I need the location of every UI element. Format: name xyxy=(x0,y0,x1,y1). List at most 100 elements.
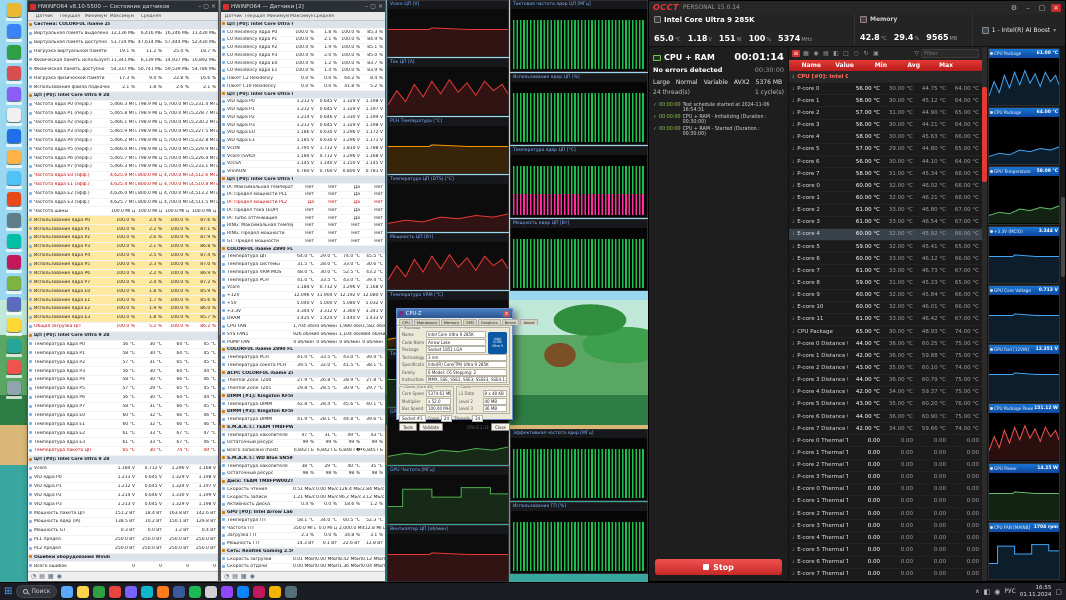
sensor-row[interactable]: ЦП [#0]: Intel Core Ultra 9 285K: DTS xyxy=(28,331,218,341)
field-value[interactable]: 6 Model: C6 Stepping: 2 xyxy=(426,368,507,376)
desktop-icon[interactable] xyxy=(5,192,22,210)
monitor-row[interactable]: ↓P-core 6 Distance to TjMax 44.00 °C 36.… xyxy=(789,411,982,424)
grid-icon[interactable]: ▦ xyxy=(48,573,54,580)
sensor-row[interactable]: Температура ядра E3 61 °C 33 °C 67 °C 46… xyxy=(28,438,218,447)
taskbar-app-icon[interactable] xyxy=(93,585,106,598)
sensor-row[interactable]: Использование ядра P2 100.0 % 2.6 % 100.… xyxy=(28,234,218,243)
sensor-row[interactable]: S.M.A.R.T.: TEAM TM8FPW002T (2 ТБ) xyxy=(221,424,385,432)
sensor-row[interactable]: Загрузка ГП 2.3 % 0.0 % 34.8 % 3.1 % xyxy=(221,533,385,541)
sensor-graph-panel[interactable]: PCH Температура [°C] xyxy=(387,116,509,174)
sensor-row[interactable]: Нагрузка физической памяти 17.3 % 9.4 % … xyxy=(28,74,218,84)
sensor-row[interactable]: Скорость загрузки 0.01 Мбит/с 0.00 Мбит/… xyxy=(221,556,385,564)
sensor-row[interactable]: COLORFUL iGame Z890 FLOW V20 (Intel PCH) xyxy=(221,346,385,355)
monitor-row[interactable]: ↓ P-core 5 57.00 °C 29.00 °C 44.80 °C 65.… xyxy=(789,144,982,156)
monitor-row[interactable]: ↓E-core 1 Thermal Throttling 0.00 0.00 0… xyxy=(789,496,982,509)
desktop-icon[interactable] xyxy=(5,255,22,273)
sensor-row[interactable]: Частота ядра P4 (перф.) 5,466.2 МГц 798.… xyxy=(28,136,218,146)
clock[interactable]: 16:55 01.11.2024 xyxy=(1020,585,1052,598)
sensor-row[interactable]: Использование ядра P5 100.0 % 2.3 % 100.… xyxy=(28,260,218,270)
network-icon[interactable]: ◧ xyxy=(984,588,991,596)
clock-icon[interactable]: ◔ xyxy=(224,573,229,580)
sensor-row[interactable]: GT: Предел мощности Нет Нет Нет Нет xyxy=(221,238,385,246)
sensor-graph-panel[interactable]: Мощность ЦП [Вт] xyxy=(387,233,509,291)
sensor-graph-panel[interactable]: Ток ЦП [A] xyxy=(387,58,509,116)
sensor-row[interactable]: Частота ядра P6 (перф.) 5,465.7 МГц 798.… xyxy=(28,154,218,163)
sensor-row[interactable]: Активность диска 0.4 % 0.0 % 18.6 % 1.2 … xyxy=(221,502,385,510)
sensor-row[interactable]: Частота ядра P1 (перф.) 5,465.8 МГц 798.… xyxy=(28,110,218,119)
sensor-row[interactable]: S.M.A.R.T.: WD Blue SN580 1TB xyxy=(221,455,385,463)
desktop-icon[interactable] xyxy=(5,129,22,147)
sensor-row[interactable]: Частота ядра E3 (эфф.) 4,625.7 МГц 800.0… xyxy=(28,199,218,208)
sensor-row[interactable]: ACPI: COLORFUL iGame Z890 FLOW V20 xyxy=(221,369,385,378)
sensor-row[interactable]: VID ядра P0 1.213 V 0.645 V 1.329 V 1.19… xyxy=(28,474,218,483)
desktop-icon[interactable] xyxy=(5,234,22,252)
sensor-row[interactable]: C0 Residency ядра E1 100.0 % 1.4 % 100.0… xyxy=(221,68,385,76)
language-indicator[interactable]: РУС xyxy=(1004,588,1015,595)
sensor-row[interactable]: Частота ядра P2 (перф.) 5,466.1 МГц 798.… xyxy=(28,119,218,128)
taskbar-app-icon[interactable] xyxy=(77,585,90,598)
sensor-row[interactable]: Система: COLORFUL iGame Z890 FLOW V20 xyxy=(28,21,218,30)
monitor-row[interactable]: ↓P-core 2 Distance to TjMax 43.00 °C 35.… xyxy=(789,362,982,375)
toolbar-button[interactable]: ○ xyxy=(852,50,860,57)
desktop-icon[interactable] xyxy=(5,3,22,21)
sensor-graph[interactable]: CPU Package 64.00 °C xyxy=(988,107,1060,166)
monitor-row[interactable]: ↓E-core 3 Thermal Throttling 0.00 0.00 0… xyxy=(789,520,982,533)
sensor-row[interactable]: VID ядра P1 1.212 V 0.645 V 1.329 V 1.19… xyxy=(28,483,218,492)
sensor-graph[interactable]: CPU Package Power 151.12 W xyxy=(988,403,1060,462)
sensor-row[interactable]: Температура ядра E2 61 °C 33 °C 67 °C 47… xyxy=(28,429,218,439)
core-bars-panel[interactable]: Использование ядер ЦП [%] xyxy=(510,73,648,145)
sensor-row[interactable]: Остаточный ресурс 98 % 98 % 98 % 98 % xyxy=(221,471,385,479)
sensor-row[interactable]: RING: Предел мощности Нет Нет Нет Нет xyxy=(221,230,385,238)
sensor-row[interactable]: Скорость чтения 0.51 МБ/с 0.00 МБ/с 128.… xyxy=(221,486,385,494)
toolbar-button[interactable]: ◉ xyxy=(812,50,820,57)
sensor-row[interactable]: DIMM [#3]: Kingston KF560C40-32 xyxy=(221,408,385,417)
column-header[interactable]: Средняя xyxy=(136,14,163,19)
sensor-graph-panel[interactable]: Температура ЦП (DTS) [°C] xyxy=(387,174,509,233)
sensor-row[interactable]: Температура PCH 41.0 °C 33.5 °C 43.0 °C … xyxy=(221,354,385,362)
sensor-row[interactable]: Температура ГП 58.1 °C 34.0 °C 60.5 °C 5… xyxy=(221,517,385,525)
sensor-row[interactable]: VID ядра P3 1.213 V 0.645 V 1.329 V 1.19… xyxy=(28,500,218,510)
monitor-row[interactable]: ↓ E-core 11 61.00 °C 33.00 °C 46.42 °C 67… xyxy=(789,314,982,326)
sensor-row[interactable]: Виртуальная память выделено 12,136 МБ 6,… xyxy=(28,30,218,39)
monitor-row[interactable]: ↓P-core 2 Thermal Throttling 0.00 0.00 0… xyxy=(789,460,982,472)
maximize-button[interactable]: ▢ xyxy=(370,3,376,10)
column-header[interactable]: Максимум xyxy=(109,14,136,19)
cpuz-tab[interactable]: Bench xyxy=(501,319,520,325)
cpuz-tab[interactable]: Memory xyxy=(440,319,463,325)
desktop-icon[interactable] xyxy=(5,24,22,42)
close-button[interactable]: × xyxy=(1051,3,1061,12)
sensor-row[interactable]: VccSA 1.145 V 1.140 V 1.150 V 1.145 V xyxy=(221,161,385,169)
sensor-row[interactable]: Физическая память используется 11,341 МБ… xyxy=(28,57,218,66)
sensor-row[interactable]: ЦП [#0]: Intel Core Ultra 9 285K: Enhanc… xyxy=(28,455,218,465)
desktop-icon[interactable] xyxy=(5,360,22,378)
monitor-row[interactable]: ↓P-core 4 Distance to TjMax 42.00 °C 34.… xyxy=(789,387,982,399)
column-header[interactable]: Максимум xyxy=(290,14,313,19)
sensor-row[interactable]: Мощность ГП 14.3 Вт 0.1 Вт 22.6 Вт 12.8 … xyxy=(221,540,385,548)
sensor-row[interactable]: Использование ядра E0 100.0 % 1.8 % 100.… xyxy=(28,287,218,297)
field-value[interactable]: 5374.61 MHz xyxy=(426,390,451,397)
sensor-row[interactable]: Температура DIMM 41.9 °C 28.1 °C 44.8 °C… xyxy=(221,416,385,424)
sensor-row[interactable]: Остаточный ресурс 99 % 99 % 99 % 99 % xyxy=(221,440,385,448)
close-button[interactable]: × xyxy=(211,3,216,10)
scrollbar-thumb[interactable] xyxy=(1061,197,1065,277)
start-button[interactable]: ⊞ xyxy=(4,586,12,597)
monitor-row[interactable]: ↓ E-core 8 59.00 °C 31.00 °C 45.23 °C 65.… xyxy=(789,277,982,290)
sensor-row[interactable]: Использование ядра P1 100.0 % 2.2 % 100.… xyxy=(28,225,218,234)
field-value[interactable]: Intel Core Ultra 9 285K xyxy=(426,331,486,338)
monitor-row[interactable]: ↓ P-core 2 57.00 °C 31.00 °C 44.90 °C 65.… xyxy=(789,107,982,120)
sensor-graph[interactable]: GPU Temperature 58.09 °C xyxy=(988,166,1060,225)
close-button[interactable]: × xyxy=(503,310,510,317)
toolbar-button[interactable]: ▣ xyxy=(872,50,880,57)
sensor-row[interactable]: Общая загрузка ЦП 100.0 % 5.2 % 100.0 % … xyxy=(28,323,218,332)
field-value[interactable]: MMX, SSE, SSE2, SSE3, SSSE3, SSE4.1, SSE… xyxy=(426,376,507,383)
socket-select[interactable]: Socket #1 xyxy=(399,415,426,422)
monitor-row[interactable]: ↓ CPU Package 65.00 °C 30.00 °C 48.93 °C … xyxy=(789,326,982,339)
sensor-row[interactable]: Частота ядра P3 (перф.) 5,465.9 МГц 798.… xyxy=(28,128,218,137)
sensor-row[interactable]: Температура пакета ЦП 65 °C 30 °C 74 °C … xyxy=(28,447,218,456)
monitor-row[interactable]: ↓ P-core 0 56.00 °C 30.00 °C 44.75 °C 64.… xyxy=(789,83,982,96)
filter-input[interactable] xyxy=(921,49,979,58)
toolbar-button[interactable]: □ xyxy=(842,50,850,57)
desktop-icon[interactable] xyxy=(5,318,22,336)
cpuz-tab[interactable]: CPU xyxy=(399,319,413,325)
monitor-row[interactable]: ↓ P-core 1 58.00 °C 30.00 °C 45.12 °C 64.… xyxy=(789,95,982,108)
